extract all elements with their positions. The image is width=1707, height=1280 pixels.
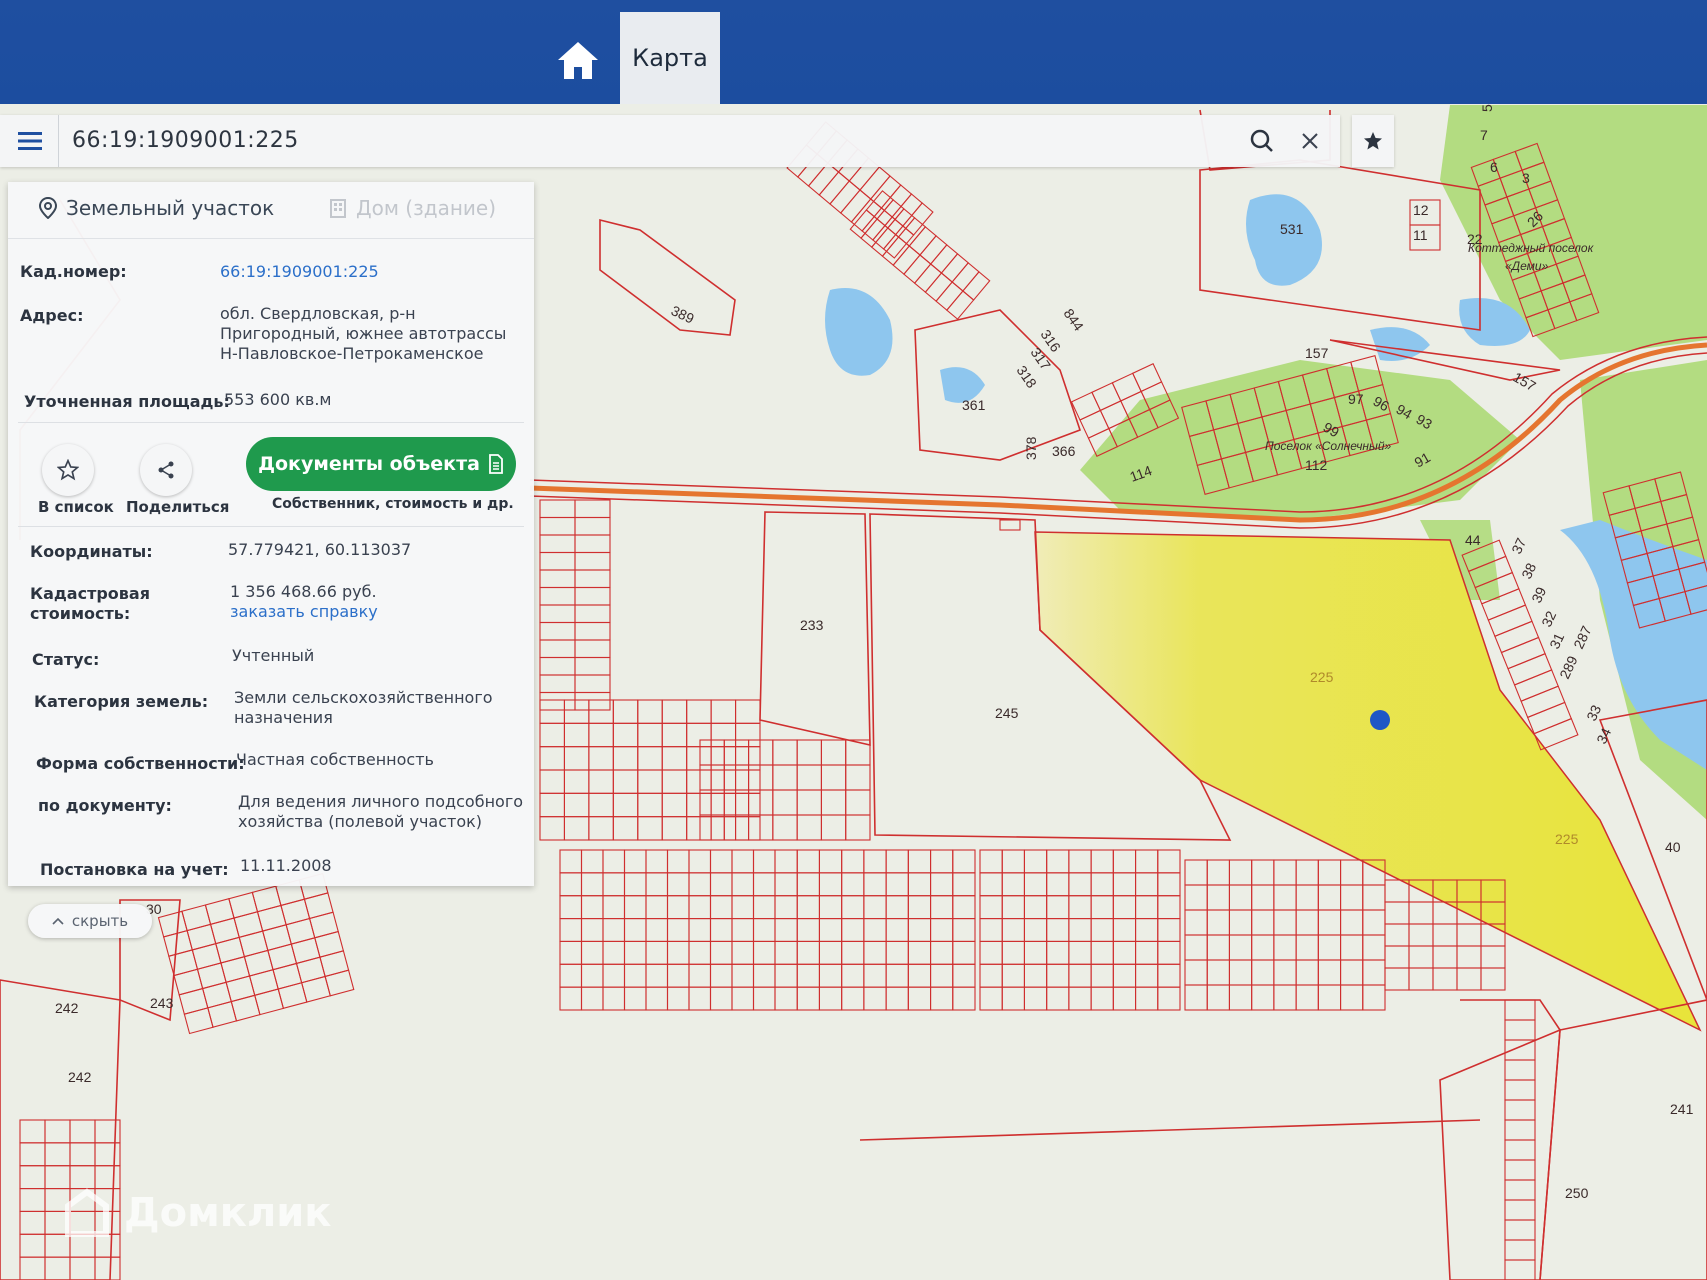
panel-tabs: Земельный участок Дом (здание) (8, 182, 534, 239)
share-label: Поделиться (126, 498, 230, 516)
menu-button[interactable] (14, 127, 46, 155)
map-label: 531 (1280, 221, 1304, 237)
add-to-list-label: В список (38, 498, 114, 516)
by-document-line-2: хозяйства (полевой участок) (238, 812, 483, 831)
tab-map[interactable]: Карта (620, 12, 720, 104)
watermark-text: Домклик (124, 1190, 332, 1236)
map-label: 242 (55, 1000, 79, 1016)
hamburger-icon (18, 132, 42, 150)
by-document-label: по документу: (38, 796, 172, 815)
hide-panel-label: скрыть (71, 912, 129, 930)
map-label: 40 (1665, 839, 1681, 855)
search-divider (58, 115, 59, 167)
map-label: 225 (1310, 669, 1334, 685)
map-label: 242 (68, 1069, 92, 1085)
cost-label-line-2: стоимость: (30, 604, 131, 623)
close-icon (1302, 133, 1318, 149)
by-document-line-1: Для ведения личного подсобного (238, 792, 524, 811)
documents-subtitle: Собственник, стоимость и др. (272, 496, 514, 512)
map-label: 11 (1413, 227, 1428, 243)
map-label: 12 (1413, 202, 1429, 218)
domclick-logo-icon (65, 1188, 109, 1237)
search-bar: 66:19:1909001:225 (0, 115, 1340, 167)
parcel-info-panel: Земельный участок Дом (здание) Кад.номер… (8, 182, 534, 886)
cost-label-line-1: Кадастровая (30, 584, 150, 603)
map-label: 245 (995, 705, 1019, 721)
category-line-2: назначения (234, 708, 333, 727)
search-icon (1250, 129, 1273, 152)
pin-icon (38, 197, 58, 219)
tab-house[interactable]: Дом (здание) (328, 196, 496, 220)
cad-number-link[interactable]: 66:19:1909001:225 (220, 262, 379, 282)
cad-number-label: Кад.номер: (20, 262, 127, 281)
map-label: 44 (1465, 532, 1481, 548)
map-label: 7 (1480, 127, 1488, 143)
search-input[interactable]: 66:19:1909001:225 (72, 115, 299, 167)
status-label: Статус: (32, 650, 100, 669)
chevron-up-icon (52, 917, 64, 925)
hide-panel-button[interactable]: скрыть (28, 904, 152, 938)
map-label: Коттеджный поселок (1468, 241, 1595, 255)
documents-button-label: Документы объекта (258, 453, 480, 475)
map-label: 361 (962, 397, 986, 413)
map-label: Поселок «Солнечный» (1265, 439, 1392, 453)
coords-label: Координаты: (30, 542, 153, 561)
map-label: 6 (1490, 159, 1498, 175)
category-line-1: Земли сельскохозяйственного (234, 688, 493, 707)
documents-button[interactable]: Документы объекта (246, 437, 516, 491)
address-line-3: Н-Павловское-Петрокаменское (220, 344, 484, 363)
clear-search-button[interactable] (1296, 127, 1324, 155)
cost-value: 1 356 468.66 руб. (230, 582, 377, 601)
address-line-1: обл. Свердловская, р-н (220, 304, 416, 323)
order-certificate-link[interactable]: заказать справку (230, 602, 378, 622)
map-label: 233 (800, 617, 824, 633)
map-label: 3 (1522, 170, 1530, 186)
map-label: «Деми» (1505, 259, 1549, 273)
ownership-label: Форма собственности: (36, 754, 245, 773)
star-icon (1364, 132, 1382, 150)
top-navigation-bar: Карта (0, 0, 1707, 104)
ownership-value: Частная собственность (236, 750, 434, 769)
status-value: Учтенный (232, 646, 315, 665)
separator (18, 526, 524, 527)
share-button[interactable] (140, 444, 192, 496)
area-value: 553 600 кв.м (224, 390, 332, 409)
address-label: Адрес: (20, 306, 84, 325)
tab-house-label: Дом (здание) (356, 196, 497, 220)
map-label: 243 (150, 995, 174, 1011)
registered-label: Постановка на учет: (40, 860, 229, 879)
star-outline-icon (57, 459, 79, 481)
home-button[interactable] (548, 30, 608, 90)
search-button[interactable] (1248, 127, 1276, 155)
location-marker[interactable] (1370, 710, 1390, 730)
share-icon (158, 461, 174, 479)
add-to-list-button[interactable] (42, 444, 94, 496)
coords-value: 57.779421, 60.113037 (228, 540, 412, 559)
map-label: 378 (1023, 436, 1039, 460)
document-icon (489, 454, 503, 474)
building-icon (330, 199, 346, 218)
map-label: 225 (1555, 831, 1579, 847)
home-icon (558, 42, 598, 79)
map-label: 97 (1348, 391, 1364, 407)
tab-map-label: Карта (632, 44, 708, 72)
separator (18, 422, 524, 423)
domclick-watermark: Домклик (62, 1188, 331, 1238)
map-label: 112 (1305, 457, 1328, 473)
registered-value: 11.11.2008 (240, 856, 332, 875)
favorites-button[interactable] (1352, 115, 1394, 167)
category-label: Категория земель: (34, 692, 209, 711)
area-label: Уточненная площадь: (24, 392, 230, 411)
map-label: 250 (1565, 1185, 1589, 1201)
address-line-2: Пригородный, южнее автотрассы (220, 324, 507, 343)
tab-land-plot[interactable]: Земельный участок (38, 196, 274, 220)
map-label: 366 (1052, 443, 1076, 459)
tab-land-plot-label: Земельный участок (66, 196, 275, 220)
map-label: 157 (1305, 345, 1329, 361)
map-label: 241 (1670, 1101, 1694, 1117)
